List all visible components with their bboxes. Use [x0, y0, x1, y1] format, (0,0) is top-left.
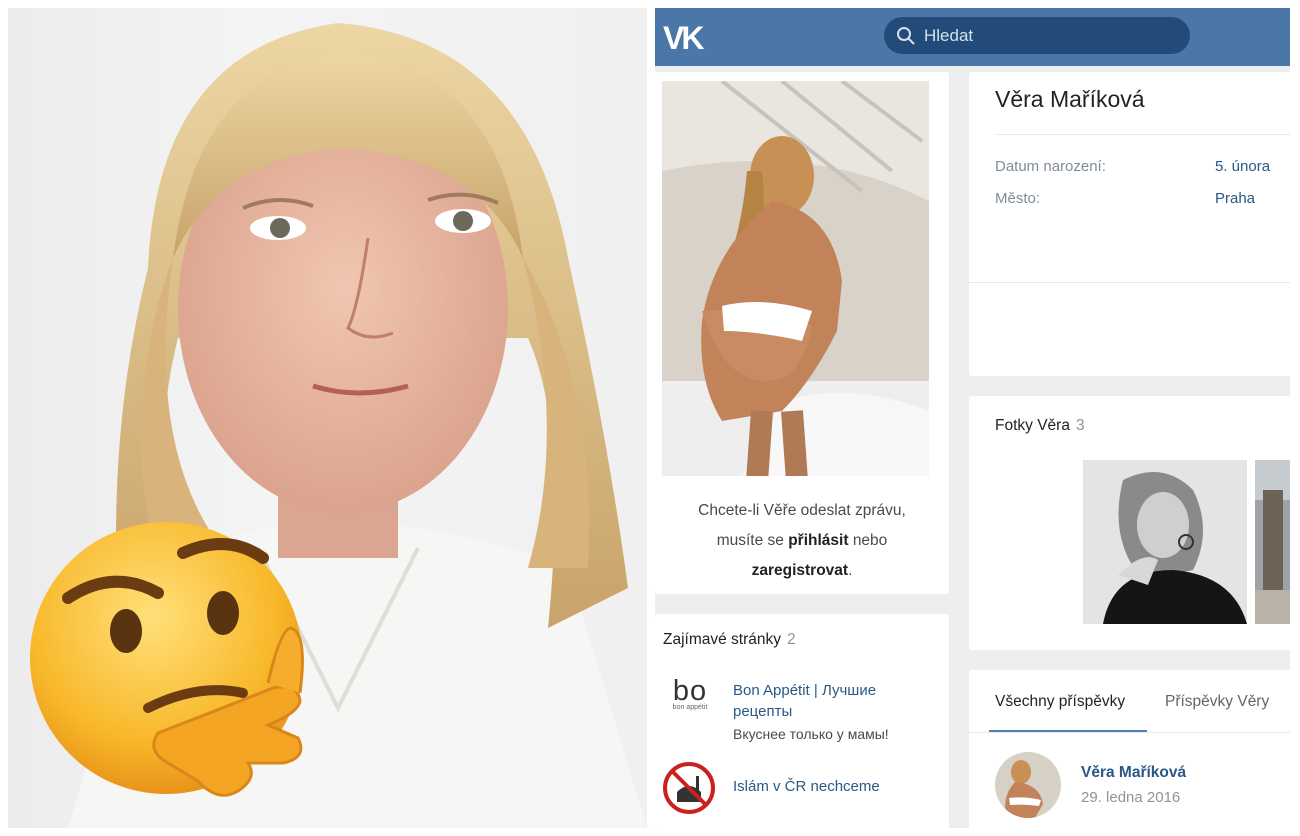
- photos-block-title: Fotky Věra: [995, 417, 1070, 434]
- profile-info-card: Věra Maříková Datum narození: 5. února M…: [969, 72, 1290, 376]
- page-link-bon-appetit[interactable]: Bon Appétit | Лучшие рецепты: [733, 680, 933, 722]
- bon-appetit-logo-subtext: bon appétit: [672, 704, 708, 711]
- profile-avatar[interactable]: [662, 81, 929, 476]
- photos-block-header[interactable]: Fotky Věra 3: [995, 417, 1085, 435]
- search-input[interactable]: Hledat: [884, 17, 1190, 54]
- city-value[interactable]: Praha: [1215, 190, 1255, 207]
- wall-card: Všechny příspěvky Příspěvky Věry Věra Ma…: [969, 670, 1290, 828]
- register-link[interactable]: zaregistrovat: [752, 562, 848, 579]
- message-prefix: musíte se: [716, 532, 784, 549]
- thinking-face-emoji-icon: [30, 522, 304, 797]
- profile-photo-card: Chcete-li Věře odeslat zprávu, musíte se…: [655, 72, 949, 594]
- pages-block-count: 2: [787, 631, 796, 648]
- birthdate-value[interactable]: 5. února: [1215, 158, 1270, 175]
- pages-block-title: Zajímavé stránky: [663, 631, 782, 648]
- birthdate-label: Datum narození:: [995, 158, 1106, 175]
- post-author-name[interactable]: Věra Maříková: [1081, 764, 1186, 782]
- post-author-avatar[interactable]: [995, 752, 1061, 818]
- bon-appetit-logo-icon[interactable]: bo bon appétit: [663, 675, 717, 718]
- tab-vera-posts[interactable]: Příspěvky Věry: [1165, 693, 1269, 711]
- page-description-bon-appetit: Вкуснее только у мамы!: [733, 726, 889, 742]
- interesting-pages-card: Zajímavé stránky 2 bo bon appétit Bon App…: [655, 614, 949, 828]
- profile-name: Věra Maříková: [995, 86, 1145, 112]
- message-mid: nebo: [852, 532, 888, 549]
- portrait-photo: [8, 8, 647, 828]
- photos-card: Fotky Věra 3: [969, 396, 1290, 650]
- info-divider-2: [969, 282, 1290, 283]
- page-link-islam[interactable]: Islám v ČR nechceme: [733, 778, 880, 795]
- photo-thumbnail[interactable]: [1255, 460, 1290, 624]
- wall-divider: [969, 732, 1290, 733]
- message-line-1: Chcete-li Věře odeslat zprávu,: [698, 502, 906, 519]
- svg-text:VK: VK: [663, 20, 704, 55]
- vk-logo-icon[interactable]: VK: [663, 19, 711, 55]
- post-date[interactable]: 29. ledna 2016: [1081, 789, 1180, 806]
- message-suffix: .: [848, 562, 853, 579]
- vk-profile-page: VK Hledat Chcete-li Věře odeslat zprávu,…: [655, 8, 1290, 828]
- city-label: Město:: [995, 190, 1041, 207]
- login-link[interactable]: přihlásit: [788, 532, 848, 549]
- tab-all-posts[interactable]: Všechny příspěvky: [995, 693, 1125, 711]
- bon-appetit-logo-text: bo: [672, 675, 708, 707]
- no-mosque-icon[interactable]: [663, 762, 715, 814]
- pages-block-header[interactable]: Zajímavé stránky 2: [663, 631, 796, 649]
- search-placeholder: Hledat: [924, 26, 974, 45]
- search-icon: [897, 27, 915, 45]
- photos-block-count: 3: [1075, 417, 1085, 434]
- vk-header: VK Hledat: [655, 8, 1290, 66]
- message-notice: Chcete-li Věře odeslat zprávu, musíte se…: [665, 496, 939, 586]
- info-divider: [995, 134, 1290, 135]
- photo-thumbnail[interactable]: [1083, 460, 1247, 624]
